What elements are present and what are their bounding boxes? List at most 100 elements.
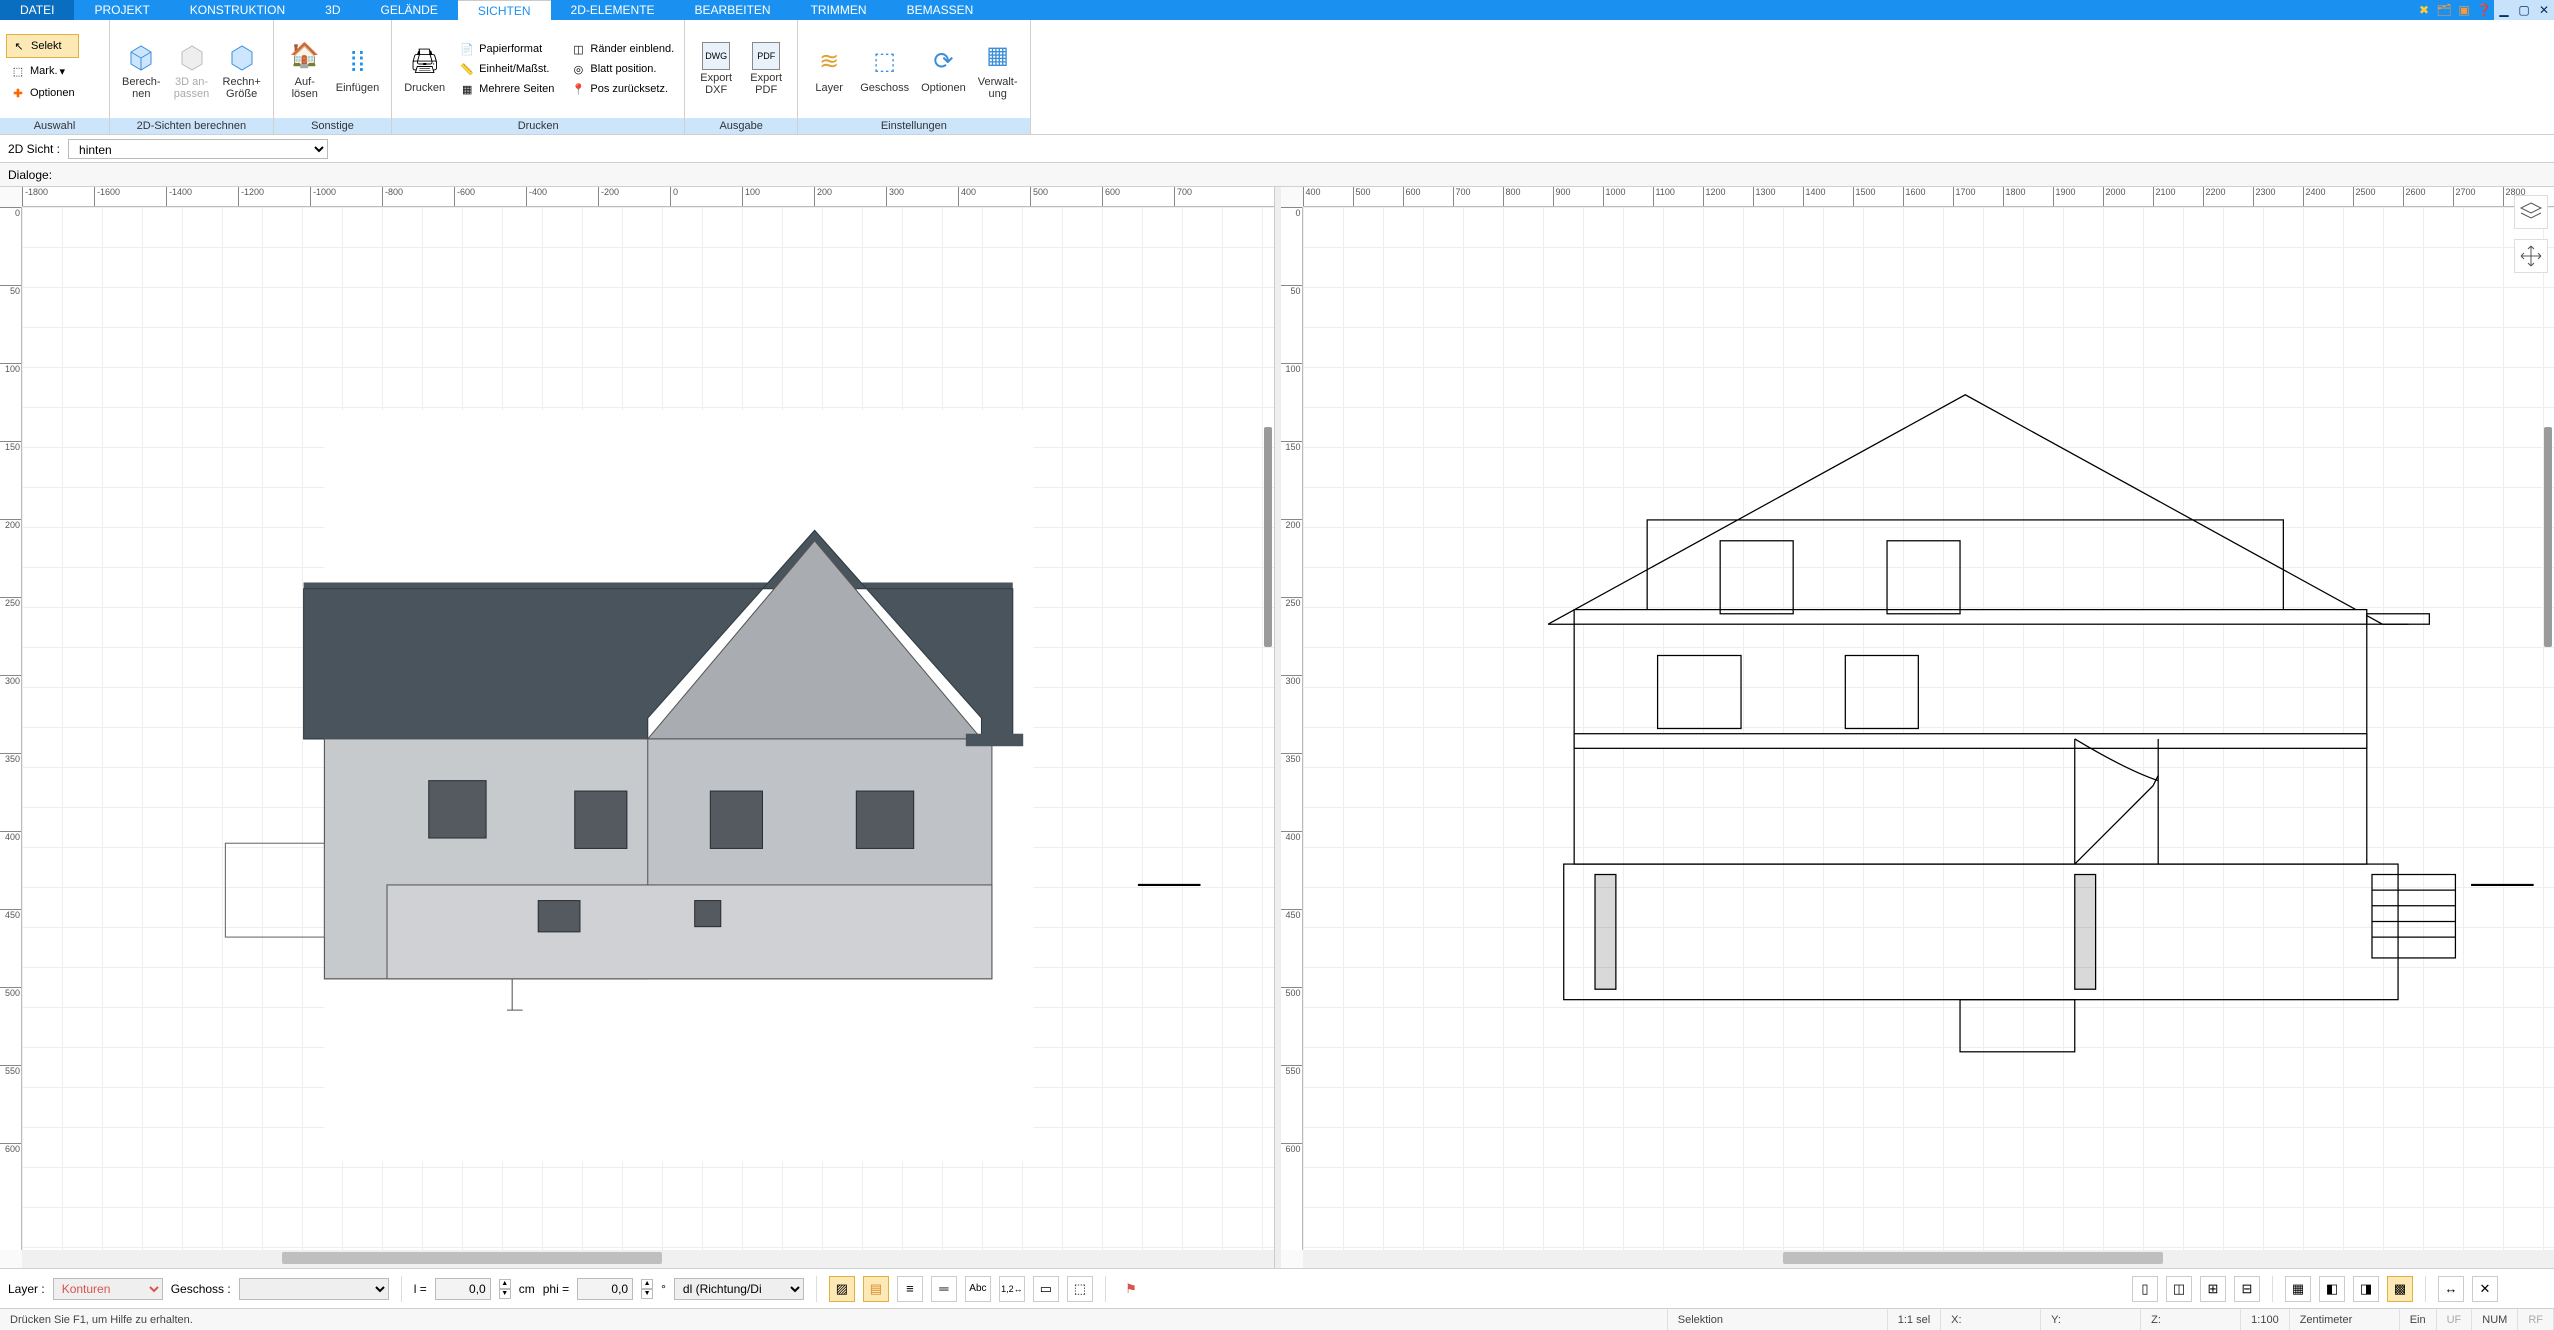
dialog-label: Dialoge: bbox=[8, 168, 52, 182]
right-pane: 4005006007008009001000110012001300140015… bbox=[1281, 187, 2554, 1268]
export-dxf-button[interactable]: DWG Export DXF bbox=[691, 40, 741, 98]
tab-konstruktion[interactable]: KONSTRUKTION bbox=[170, 0, 305, 20]
snap2-icon[interactable]: ✕ bbox=[2472, 1276, 2498, 1302]
hscroll-left[interactable] bbox=[22, 1250, 1274, 1268]
plus-icon: ✚ bbox=[10, 85, 26, 101]
target-icon: ◎ bbox=[570, 61, 586, 77]
layer-select[interactable]: Konturen bbox=[53, 1278, 163, 1300]
grid2-icon[interactable]: ◧ bbox=[2319, 1276, 2345, 1302]
left-pane: -1800-1600-1400-1200-1000-800-600-400-20… bbox=[0, 187, 1275, 1268]
rechen-button[interactable]: Rechn+ Größe bbox=[217, 36, 267, 102]
tab-bearbeiten[interactable]: BEARBEITEN bbox=[675, 0, 791, 20]
options-icon: ⟳ bbox=[925, 44, 961, 80]
mark-icon: ⬚ bbox=[10, 63, 26, 79]
canvas-left[interactable] bbox=[22, 207, 1274, 1250]
berechnen-button[interactable]: Berech- nen bbox=[116, 36, 167, 102]
move-tool-icon[interactable] bbox=[2514, 239, 2548, 273]
help-icon[interactable]: ❓ bbox=[2474, 0, 2494, 20]
mehrere-button[interactable]: ▦Mehrere Seiten bbox=[455, 79, 558, 99]
printer-icon: 🖨 bbox=[407, 44, 443, 80]
abc-icon[interactable]: Abc bbox=[965, 1276, 991, 1302]
window-icon[interactable]: ▣ bbox=[2454, 0, 2474, 20]
close-icon[interactable]: ✕ bbox=[2534, 0, 2554, 20]
layers-tool-icon[interactable] bbox=[2514, 195, 2548, 229]
folder-icon[interactable]: 🗂 bbox=[2434, 0, 2454, 20]
geschoss-button[interactable]: ⬚ Geschoss bbox=[854, 42, 915, 96]
tab-bemassen[interactable]: BEMASSEN bbox=[887, 0, 994, 20]
tools-icon[interactable]: ✖ bbox=[2414, 0, 2434, 20]
anpassen-label: 3D an- passen bbox=[174, 76, 209, 100]
selekt-button[interactable]: ↖ Selekt bbox=[6, 34, 79, 58]
phi-spinner[interactable]: ▲▼ bbox=[641, 1279, 653, 1299]
mark-button[interactable]: ⬚ Mark. ▾ bbox=[6, 60, 79, 82]
drucken-button[interactable]: 🖨 Drucken bbox=[398, 42, 451, 96]
view4-icon[interactable]: ⊟ bbox=[2234, 1276, 2260, 1302]
status-help: Drücken Sie F1, um Hilfe zu erhalten. bbox=[0, 1309, 1668, 1330]
view1-icon[interactable]: ▯ bbox=[2132, 1276, 2158, 1302]
verwaltung-button[interactable]: ▦ Verwalt- ung bbox=[972, 36, 1024, 102]
tab-3d[interactable]: 3D bbox=[305, 0, 360, 20]
export-pdf-button[interactable]: PDF Export PDF bbox=[741, 40, 791, 98]
raender-button[interactable]: ◫Ränder einblend. bbox=[566, 39, 678, 59]
mode-select[interactable]: dl (Richtung/Di bbox=[674, 1278, 804, 1300]
l-input[interactable] bbox=[435, 1278, 491, 1300]
line2-icon[interactable]: ═ bbox=[931, 1276, 957, 1302]
einheit-button[interactable]: 📏Einheit/Maßst. bbox=[455, 59, 558, 79]
vscroll-left[interactable] bbox=[1264, 207, 1274, 1250]
selekt-label: Selekt bbox=[31, 40, 62, 52]
grid1-icon[interactable]: ▦ bbox=[2285, 1276, 2311, 1302]
status-scale1: 1:1 sel bbox=[1888, 1309, 1941, 1330]
rechen-label: Rechn+ Größe bbox=[223, 76, 261, 100]
optionen2-button[interactable]: ⟳ Optionen bbox=[915, 42, 972, 96]
blatt-button[interactable]: ◎Blatt position. bbox=[566, 59, 678, 79]
flag-icon[interactable]: ⚑ bbox=[1118, 1276, 1144, 1302]
right-toolbar bbox=[2514, 195, 2550, 273]
l-spinner[interactable]: ▲▼ bbox=[499, 1279, 511, 1299]
view2-icon[interactable]: ◫ bbox=[2166, 1276, 2192, 1302]
snap1-icon[interactable]: ↔ bbox=[2438, 1276, 2464, 1302]
layer-button[interactable]: ≋ Layer bbox=[804, 42, 854, 96]
anpassen-button[interactable]: 3D an- passen bbox=[167, 36, 217, 102]
vscroll-right[interactable] bbox=[2544, 207, 2554, 1250]
ruler-icon: 📏 bbox=[459, 61, 475, 77]
box2-icon[interactable]: ⬚ bbox=[1067, 1276, 1093, 1302]
ruler-horizontal-right: 4005006007008009001000110012001300140015… bbox=[1303, 187, 2554, 207]
cube-icon-3 bbox=[224, 38, 260, 74]
status-scale2: 1:100 bbox=[2241, 1309, 2290, 1330]
grid3-icon[interactable]: ◨ bbox=[2353, 1276, 2379, 1302]
geschoss-label: Geschoss bbox=[860, 82, 909, 94]
tab-trimmen[interactable]: TRIMMEN bbox=[791, 0, 887, 20]
ruler-vertical-right: 050100150200250300350400450500550600 bbox=[1281, 207, 1303, 1250]
pos-button[interactable]: 📍 Pos zurücksetz. bbox=[566, 79, 678, 99]
canvas-right[interactable] bbox=[1303, 207, 2554, 1250]
optionen-button[interactable]: ✚ Optionen bbox=[6, 82, 79, 104]
tab-sichten[interactable]: SICHTEN bbox=[458, 0, 551, 20]
line1-icon[interactable]: ≡ bbox=[897, 1276, 923, 1302]
hatch1-icon[interactable]: ▨ bbox=[829, 1276, 855, 1302]
pdf-icon: PDF bbox=[752, 42, 780, 70]
view-select[interactable]: hinten bbox=[68, 139, 328, 159]
tab-datei[interactable]: DATEI bbox=[0, 0, 74, 20]
hscroll-right[interactable] bbox=[1303, 1250, 2554, 1268]
hatch2-icon[interactable]: ▤ bbox=[863, 1276, 889, 1302]
minimize-icon[interactable]: ▁ bbox=[2494, 0, 2514, 20]
tab-gelaende[interactable]: GELÄNDE bbox=[360, 0, 457, 20]
tab-projekt[interactable]: PROJEKT bbox=[74, 0, 169, 20]
dim-icon[interactable]: 1,2↔ bbox=[999, 1276, 1025, 1302]
grid4-icon[interactable]: ▩ bbox=[2387, 1276, 2413, 1302]
tab-2d-elemente[interactable]: 2D-ELEMENTE bbox=[551, 0, 675, 20]
pin-icon: 📍 bbox=[570, 81, 586, 97]
geschoss-select[interactable] bbox=[239, 1278, 389, 1300]
papierformat-button[interactable]: 📄Papierformat bbox=[455, 39, 558, 59]
view3-icon[interactable]: ⊞ bbox=[2200, 1276, 2226, 1302]
dxf-label: Export DXF bbox=[700, 72, 732, 96]
status-uf: UF bbox=[2437, 1309, 2473, 1330]
einfuegen-button[interactable]: ⁞⁞ Einfügen bbox=[330, 42, 385, 96]
pos-label: Pos zurücksetz. bbox=[590, 83, 668, 95]
aufloesen-button[interactable]: 🏠 Auf- lösen bbox=[280, 36, 330, 102]
box1-icon[interactable]: ▭ bbox=[1033, 1276, 1059, 1302]
status-x: X: bbox=[1941, 1309, 2041, 1330]
einfuegen-label: Einfügen bbox=[336, 82, 379, 94]
maximize-icon[interactable]: ▢ bbox=[2514, 0, 2534, 20]
phi-input[interactable] bbox=[577, 1278, 633, 1300]
